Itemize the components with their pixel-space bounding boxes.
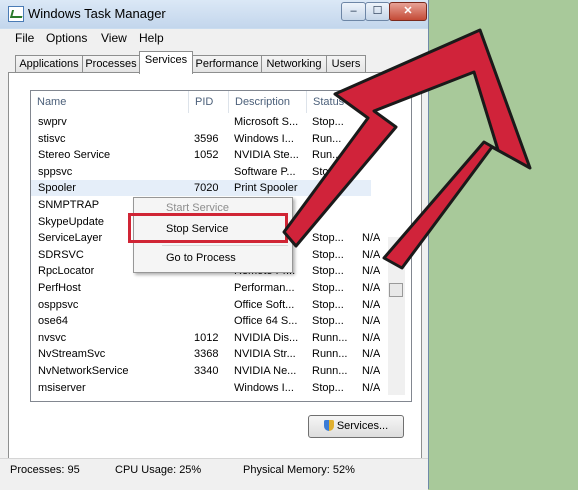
tab-services[interactable]: Services (139, 51, 193, 74)
pointer-arrow (282, 28, 532, 270)
pointer-arrow-shape (282, 28, 532, 270)
